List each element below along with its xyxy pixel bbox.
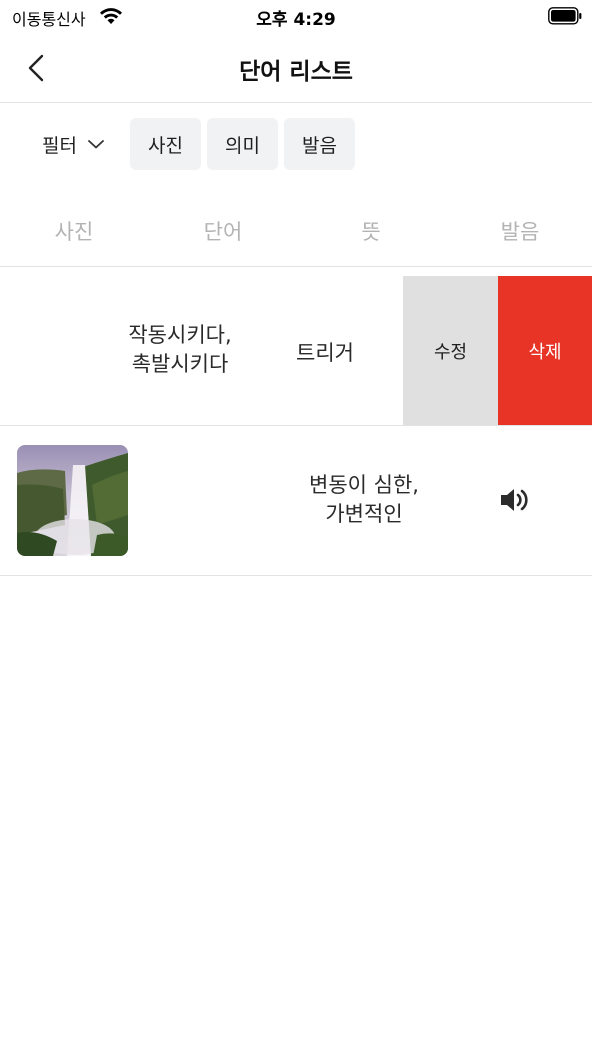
table-row[interactable]: 작동시키다, 촉발시키다 트리거 수정 삭제 [0, 276, 592, 426]
row-meaning: 변동이 심한, 가변적인 [284, 471, 444, 529]
row-meaning: 작동시키다, 촉발시키다 [100, 321, 260, 379]
filter-chip-photo[interactable]: 사진 [130, 118, 201, 170]
column-header-pronunciation: 발음 [500, 220, 540, 244]
chevron-down-icon [88, 140, 104, 149]
delete-button[interactable]: 삭제 [498, 276, 592, 425]
table-header: 사진 단어 뜻 발음 [0, 196, 592, 267]
filter-dropdown[interactable]: 필터 [42, 126, 105, 162]
filter-label: 필터 [42, 134, 77, 157]
meaning-line: 작동시키다, [128, 323, 232, 347]
meaning-line: 가변적인 [325, 502, 403, 526]
meaning-line: 촉발시키다 [131, 352, 229, 376]
column-header-meaning: 뜻 [361, 220, 381, 244]
column-header-photo: 사진 [54, 220, 94, 244]
speaker-icon[interactable] [498, 484, 532, 516]
edit-button[interactable]: 수정 [403, 276, 498, 425]
status-time: 오후 4:29 [256, 10, 336, 30]
table-row[interactable]: 변동이 심한, 가변적인 [0, 426, 592, 576]
waterfall-photo [17, 445, 128, 556]
filter-chip-pronunciation[interactable]: 발음 [284, 118, 355, 170]
filter-bar: 필터 사진 의미 발음 [0, 116, 592, 172]
battery-icon [548, 7, 582, 25]
navigation-bar: 단어 리스트 [0, 34, 592, 103]
status-bar: 이동통신사 오후 4:29 [0, 0, 592, 34]
meaning-line: 변동이 심한, [309, 473, 419, 497]
column-header-word: 단어 [203, 220, 243, 244]
row-word: 트리거 [296, 341, 354, 365]
page-title: 단어 리스트 [239, 59, 353, 85]
filter-chip-meaning[interactable]: 의미 [207, 118, 278, 170]
